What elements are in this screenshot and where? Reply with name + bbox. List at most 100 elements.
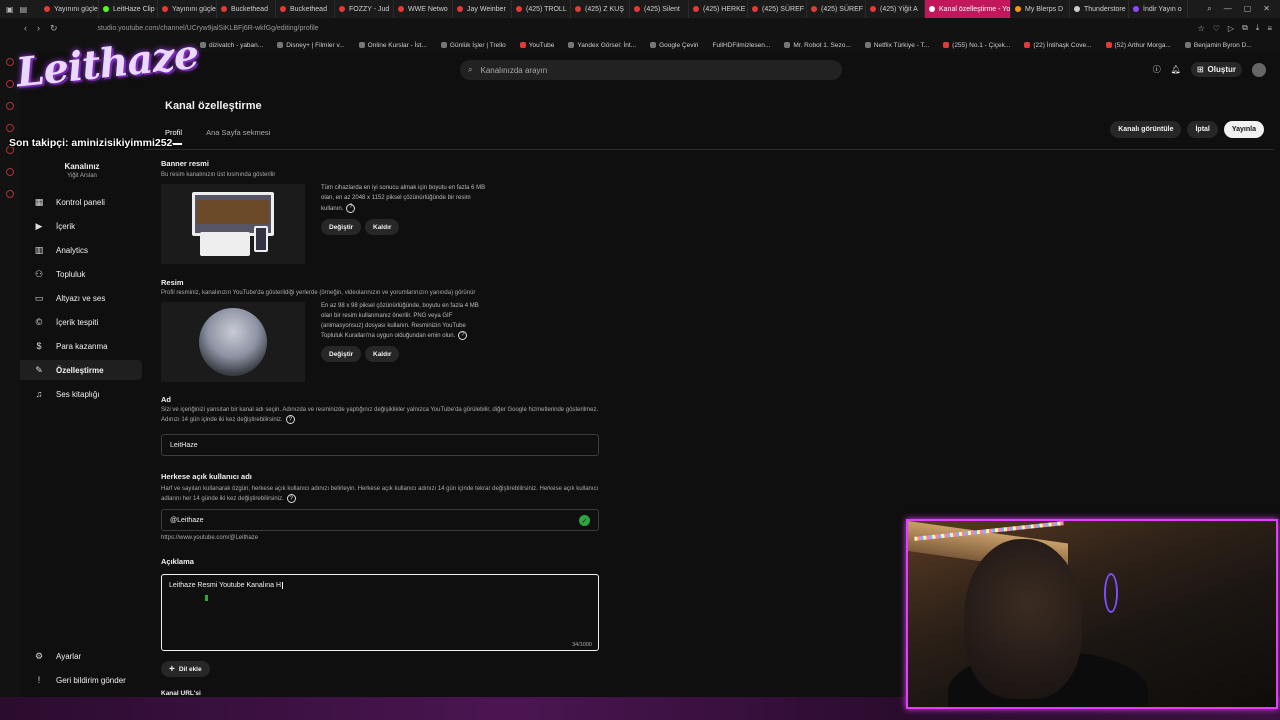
help-icon[interactable]: ⓘ [1153,64,1161,75]
browser-tab[interactable]: Yayınını güçle [158,0,217,18]
banner-change-button[interactable]: Değiştir [321,219,362,235]
search-tabs-icon[interactable]: ⌕ [1207,4,1211,14]
download-icon[interactable]: ⤓ [1256,23,1260,33]
url-field[interactable]: studio.youtube.com/channel/UCryw9jalSiKL… [68,25,1188,32]
back-icon[interactable]: ‹ [24,23,27,33]
help-icon[interactable]: ? [346,203,356,213]
browser-tab[interactable]: (425) SÜREF [807,0,866,18]
bookmark-icon [440,42,447,48]
sidebar-item-feedback[interactable]: ! Geri bildirim gönder [20,670,142,690]
browser-tab[interactable]: (425) Silent [630,0,689,18]
tab-favicon-icon [870,6,876,12]
help-icon[interactable]: ? [458,331,468,341]
bookmark-item[interactable]: dizivatch - yaban... [200,42,263,49]
bookmark-item[interactable]: Mr. Robot 1. Sezo... [784,42,851,49]
heart-icon[interactable]: ♡ [1213,24,1220,33]
browser-tab[interactable]: (425) TROLL [512,0,571,18]
bookmark-item[interactable]: (52) Arthur Morga... [1105,42,1171,49]
browser-tab[interactable]: WWE Netwo [394,0,453,18]
help-icon[interactable]: ? [286,494,296,503]
banner-remove-button[interactable]: Kaldır [365,219,400,235]
bookmark-item[interactable]: Disney+ | Filmler v... [277,42,345,49]
publish-button[interactable]: Yayınla [1223,121,1264,138]
browser-tab[interactable]: İndir Yayın o [1129,0,1188,18]
bookmark-item[interactable]: (22) İntihaşk Cove... [1024,42,1092,49]
browser-side-panel [0,52,20,720]
account-avatar[interactable] [1252,62,1266,77]
search-input[interactable]: Kanalınızda arayın [480,66,547,75]
minimize-icon[interactable]: — [1224,4,1232,14]
browser-tab[interactable]: Yayınını güçle [40,0,99,18]
add-language-button[interactable]: + Dil ekle [161,661,210,677]
forward-icon[interactable]: › [37,23,40,33]
handle-value: @Leithaze [170,516,204,524]
browser-tab[interactable]: (425) Yiğit A [866,0,925,18]
tab-favicon-icon [575,6,581,12]
browser-tab[interactable]: My Blerps D [1011,0,1070,18]
channel-url[interactable]: https://www.youtube.com/@Leithaze [161,535,258,541]
browser-tab[interactable]: (425) SÜREF [748,0,807,18]
bookmark-item[interactable]: Online Kurslar - İst... [358,42,427,49]
view-channel-button[interactable]: Kanalı görüntüle [1110,121,1182,138]
sidebar-item-audio-library[interactable]: ♫ Ses kitaplığı [20,384,142,404]
cancel-button[interactable]: İptal [1187,121,1218,138]
bookmark-item[interactable]: Google Çeviri [650,42,699,49]
tab-label: My Blerps D [1025,5,1064,13]
extensions-icon[interactable]: ⧉ [1242,23,1248,33]
handle-field[interactable]: @Leithaze ✓ [161,509,599,531]
sidebar-toggle-icon[interactable]: ▣ [6,5,14,14]
menu-icon[interactable]: ≡ [1267,24,1272,33]
sidebar-item-dashboard[interactable]: ▦ Kontrol paneli [20,192,142,212]
channel-name-field[interactable]: LeitHaze [161,434,599,456]
browser-tab[interactable]: Buckethead [217,0,276,18]
browser-tab[interactable]: Jay Weinber [453,0,512,18]
bookmark-item[interactable]: Yandex Görsel: İnt... [568,42,636,49]
bookmark-item[interactable]: Günlük İşler | Trello [440,42,506,49]
browser-tab[interactable]: Thunderstore [1070,0,1129,18]
browser-tab[interactable]: LeitHaze Clip [99,0,158,18]
bookmark-item[interactable]: YouTube [519,42,554,49]
reload-icon[interactable]: ↻ [50,23,58,34]
picture-change-button[interactable]: Değiştir [321,346,362,362]
sidebar-item-earn[interactable]: $ Para kazanma [20,336,142,356]
sidebar-item-copyright[interactable]: © İçerik tespiti [20,312,142,332]
sidebar-item-content[interactable]: ▶ İçerik [20,216,142,236]
handle-desc-text: Harf ve sayıları kullanarak özgün, herke… [161,486,599,503]
browser-tab-active[interactable]: Kanal özelleştirme - Yo [925,0,1011,18]
bookmark-star-icon[interactable]: ☆ [1198,24,1205,33]
browser-tab[interactable]: FOZZY - Jud [335,0,394,18]
workspace-icon[interactable]: ▤ [20,5,28,14]
sidebar-item-community[interactable]: ⚇ Topluluk [20,264,142,284]
browser-tab[interactable]: (425) HERKE [689,0,748,18]
sidebar-item-analytics[interactable]: ▥ Analytics [20,240,142,260]
bookmark-item[interactable]: Benjamin Byron D... [1184,41,1252,49]
sidebar-item-customization[interactable]: ✎ Özelleştirme [20,360,142,380]
sidebar-item-settings[interactable]: ⚙ Ayarlar [20,646,142,666]
play-icon[interactable]: ▷ [1228,24,1234,33]
tab-label: (425) Yiğit A [880,5,918,13]
description-textarea[interactable]: Leithaze Resmi Youtube Kanalına H 34/100… [161,574,599,651]
tab-favicon-icon [103,6,109,12]
tab-label: İndir Yayın o [1143,5,1182,13]
create-button[interactable]: ⊞ Oluştur [1190,62,1242,77]
sidebar-item-subtitles[interactable]: ▭ Altyazı ve ses [20,288,142,308]
bookmark-item[interactable]: FullHDFilmizlesen... [713,42,771,49]
page-actions: Kanalı görüntüle İptal Yayınla [1110,121,1264,138]
side-panel-icon[interactable] [6,168,14,176]
tab-home[interactable]: Ana Sayfa sekmesi [206,128,270,145]
maximize-icon[interactable]: ▢ [1244,4,1252,14]
tab-label: Buckethead [231,5,268,13]
character-count: 34/1000 [572,642,592,648]
channel-search[interactable]: ⌕ Kanalınızda arayın [460,60,842,80]
browser-tab[interactable]: (425) Z KUŞ [571,0,630,18]
close-icon[interactable]: ✕ [1263,4,1270,14]
bookmark-item[interactable]: (255) No.1 - Çiçek... [943,42,1010,49]
side-panel-icon[interactable] [6,190,14,198]
browser-tab[interactable]: Buckethead [276,0,335,18]
bookmark-label: Benjamin Byron D... [1193,41,1252,49]
bookmark-icon [277,42,284,48]
notifications-bell-icon[interactable]: 🔔︎ [1171,65,1181,74]
picture-remove-button[interactable]: Kaldır [365,346,400,362]
help-icon[interactable]: ? [285,415,295,424]
bookmark-item[interactable]: Netflix Türkiye - T... [864,42,929,49]
